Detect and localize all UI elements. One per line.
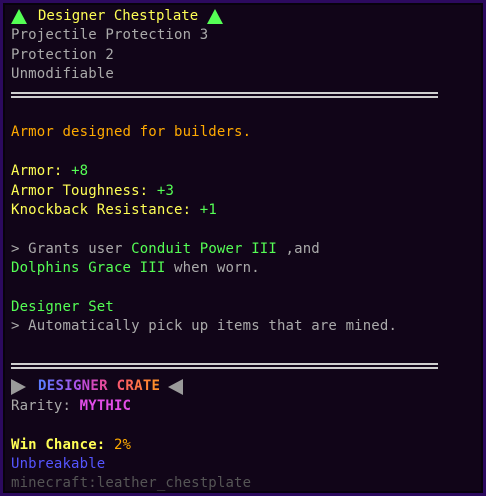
stat-value: +1 — [199, 201, 217, 218]
unmodifiable-label: Unmodifiable — [11, 66, 114, 83]
item-title: Designer Chestplate — [38, 8, 199, 24]
item-tooltip: Designer Chestplate Projectile Protectio… — [0, 0, 486, 496]
enchantment-protection: Protection 2 — [11, 46, 114, 63]
gray-triangle-right-icon — [11, 379, 26, 396]
stat-armor: Armor: +8 — [11, 162, 483, 181]
stat-knockback-resistance: Knockback Resistance: +1 — [11, 201, 483, 220]
green-triangle-up-icon — [11, 9, 27, 25]
win-chance-value: 2% — [113, 436, 132, 453]
crate-letter: E — [151, 378, 161, 395]
separator — [11, 356, 483, 375]
crate-letter: R — [99, 378, 108, 395]
set-name: Designer Set — [11, 298, 114, 315]
gray-triangle-left-icon — [168, 379, 184, 396]
grant-prefix: > Grants user — [11, 240, 132, 257]
grant-mid: ,and — [276, 240, 320, 257]
rarity-value: MYTHIC — [79, 397, 132, 414]
item-id: minecraft:leather_chestplate — [11, 475, 252, 492]
stat-value: +3 — [156, 182, 175, 199]
grant-power-conduit: Conduit Power III — [131, 240, 277, 257]
crate-letter: I — [64, 378, 73, 395]
stat-armor-toughness: Armor Toughness: +3 — [11, 182, 483, 201]
crate-letter: A — [134, 378, 143, 395]
crate-letter: R — [125, 378, 135, 395]
unbreakable-label: Unbreakable — [11, 455, 106, 472]
crate-name: DESIGNER CRATE — [38, 377, 160, 396]
grant-line-2: Dolphins Grace III when worn. — [11, 259, 483, 278]
item-description: Armor designed for builders. — [11, 124, 252, 141]
separator — [11, 85, 483, 104]
stat-label: Armor Toughness: — [11, 182, 149, 199]
crate-row: DESIGNER CRATE — [11, 377, 483, 396]
stat-label: Armor: — [11, 163, 63, 180]
rarity-label: Rarity: — [11, 397, 72, 414]
crate-letter: T — [142, 378, 152, 395]
green-triangle-up-icon — [207, 9, 224, 25]
enchantment-projectile-protection: Projectile Protection 3 — [11, 27, 209, 44]
set-bonus: > Automatically pick up items that are m… — [11, 318, 398, 335]
stat-label: Knockback Resistance: — [11, 201, 192, 218]
title-row: Designer Chestplate — [11, 7, 483, 26]
win-chance-line: Win Chance: 2% — [11, 436, 483, 455]
grant-suffix: when worn. — [165, 260, 260, 277]
crate-letter — [108, 378, 117, 394]
win-chance-label: Win Chance: — [11, 436, 106, 453]
crate-letter: E — [90, 378, 100, 395]
grant-line: > Grants user Conduit Power III ,and — [11, 240, 483, 259]
grant-power-dolphins: Dolphins Grace III — [11, 260, 166, 277]
crate-letter: S — [55, 378, 65, 395]
stat-value: +8 — [71, 163, 89, 180]
rarity-line: Rarity: MYTHIC — [11, 397, 483, 416]
crate-letter: D — [38, 378, 47, 395]
crate-letter: G — [72, 378, 82, 395]
